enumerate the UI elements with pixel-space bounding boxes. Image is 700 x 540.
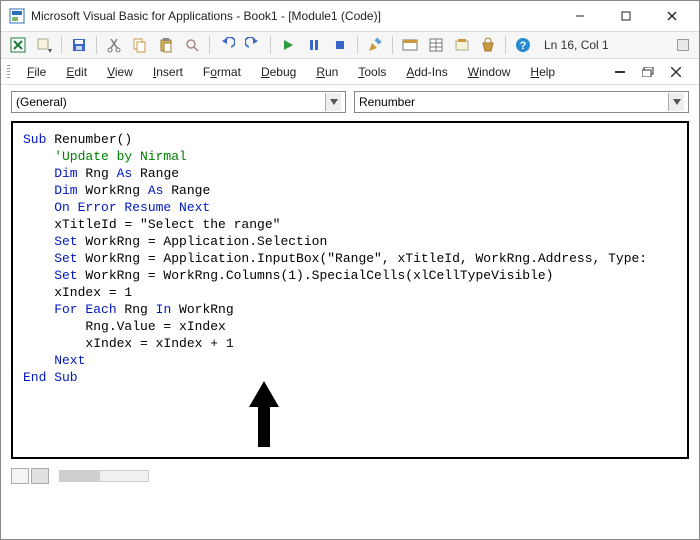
minimize-button[interactable] <box>557 1 603 31</box>
mdi-close-button[interactable] <box>665 63 687 81</box>
procedure-dropdown-value: Renumber <box>359 95 668 109</box>
menu-file[interactable]: File <box>17 62 56 82</box>
toolbar-overflow-button[interactable] <box>677 39 689 51</box>
toolbar-separator <box>96 36 97 54</box>
full-module-view-button[interactable] <box>31 468 49 484</box>
code-text[interactable]: Sub Renumber() 'Update by Nirmal Dim Rng… <box>13 123 687 394</box>
undo-button[interactable] <box>216 34 238 56</box>
menu-window[interactable]: Window <box>458 62 521 82</box>
save-button[interactable] <box>68 34 90 56</box>
help-button[interactable]: ? <box>512 34 534 56</box>
properties-button[interactable] <box>425 34 447 56</box>
app-icon <box>9 8 25 24</box>
menu-tools[interactable]: Tools <box>348 62 396 82</box>
window-title: Microsoft Visual Basic for Applications … <box>31 9 557 23</box>
menubar-grip[interactable] <box>7 65 17 79</box>
insert-dropdown-button[interactable] <box>33 34 55 56</box>
procedure-view-button[interactable] <box>11 468 29 484</box>
copy-button[interactable] <box>129 34 151 56</box>
redo-button[interactable] <box>242 34 264 56</box>
code-dropdowns: (General) Renumber <box>1 85 699 117</box>
menu-edit[interactable]: Edit <box>56 62 97 82</box>
menu-insert[interactable]: Insert <box>143 62 193 82</box>
code-view-switcher <box>1 465 699 487</box>
toolbar-separator <box>357 36 358 54</box>
object-browser-button[interactable] <box>451 34 473 56</box>
menu-run[interactable]: Run <box>306 62 348 82</box>
cut-button[interactable] <box>103 34 125 56</box>
chevron-down-icon <box>668 93 684 111</box>
chevron-down-icon <box>325 93 341 111</box>
mdi-restore-button[interactable] <box>637 63 659 81</box>
toolbar-separator <box>392 36 393 54</box>
menu-help[interactable]: Help <box>520 62 565 82</box>
menu-format[interactable]: Format <box>193 62 251 82</box>
code-pane[interactable]: Sub Renumber() 'Update by Nirmal Dim Rng… <box>11 121 689 459</box>
object-dropdown[interactable]: (General) <box>11 91 346 113</box>
menu-debug[interactable]: Debug <box>251 62 306 82</box>
object-dropdown-value: (General) <box>16 95 325 109</box>
menubar: File Edit View Insert Format Debug Run T… <box>1 59 699 85</box>
paste-button[interactable] <box>155 34 177 56</box>
break-button[interactable] <box>303 34 325 56</box>
view-excel-button[interactable] <box>7 34 29 56</box>
cursor-position: Ln 16, Col 1 <box>544 38 609 52</box>
title-bar: Microsoft Visual Basic for Applications … <box>1 1 699 31</box>
toolbar-separator <box>61 36 62 54</box>
close-button[interactable] <box>649 1 695 31</box>
project-explorer-button[interactable] <box>399 34 421 56</box>
design-mode-button[interactable] <box>364 34 386 56</box>
run-button[interactable] <box>277 34 299 56</box>
toolbar-separator <box>505 36 506 54</box>
mdi-minimize-button[interactable] <box>609 63 631 81</box>
maximize-button[interactable] <box>603 1 649 31</box>
menu-view[interactable]: View <box>97 62 143 82</box>
toolbar-separator <box>209 36 210 54</box>
horizontal-scrollbar[interactable] <box>59 470 149 482</box>
toolbar: ? Ln 16, Col 1 <box>1 31 699 59</box>
toolbox-button[interactable] <box>477 34 499 56</box>
reset-button[interactable] <box>329 34 351 56</box>
scrollbar-thumb[interactable] <box>60 471 100 481</box>
menu-addins[interactable]: Add-Ins <box>396 62 457 82</box>
svg-text:?: ? <box>520 40 527 52</box>
procedure-dropdown[interactable]: Renumber <box>354 91 689 113</box>
find-button[interactable] <box>181 34 203 56</box>
toolbar-separator <box>270 36 271 54</box>
